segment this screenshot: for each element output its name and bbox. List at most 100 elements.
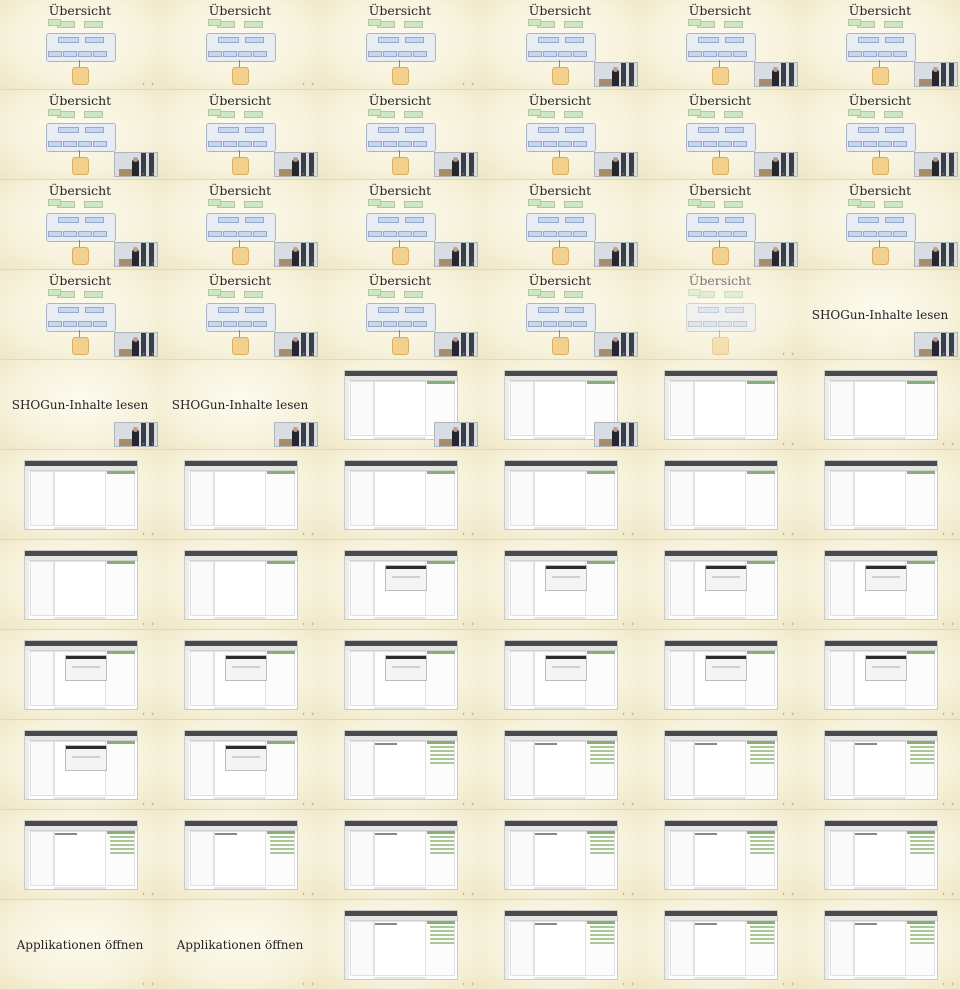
slide-thumbnail[interactable]: Übersicht ‹ › — [800, 180, 960, 270]
slide-thumbnail[interactable]: ‹ › — [320, 540, 480, 630]
slide-thumbnail[interactable]: ‹ › — [160, 450, 320, 540]
navigation-arrows-icon[interactable]: ‹ › — [462, 530, 476, 538]
slide-thumbnail[interactable]: Übersicht ‹ › — [0, 270, 160, 360]
slide-thumbnail[interactable]: Übersicht ‹ › — [320, 180, 480, 270]
navigation-arrows-icon[interactable]: ‹ › — [462, 350, 476, 358]
navigation-arrows-icon[interactable]: ‹ › — [942, 170, 956, 178]
slide-thumbnail[interactable]: ‹ › — [800, 450, 960, 540]
navigation-arrows-icon[interactable]: ‹ › — [142, 80, 156, 88]
navigation-arrows-icon[interactable]: ‹ › — [782, 260, 796, 268]
slide-thumbnail[interactable]: ‹ › — [800, 720, 960, 810]
slide-thumbnail[interactable]: Übersicht ‹ › — [320, 270, 480, 360]
slide-thumbnail[interactable]: ‹ › — [320, 630, 480, 720]
slide-thumbnail[interactable]: Übersicht ‹ › — [320, 0, 480, 90]
navigation-arrows-icon[interactable]: ‹ › — [782, 710, 796, 718]
slide-thumbnail[interactable]: ‹ › — [480, 450, 640, 540]
navigation-arrows-icon[interactable]: ‹ › — [622, 710, 636, 718]
slide-thumbnail[interactable]: ‹ › — [160, 810, 320, 900]
navigation-arrows-icon[interactable]: ‹ › — [142, 260, 156, 268]
slide-thumbnail[interactable]: Übersicht ‹ › — [480, 0, 640, 90]
navigation-arrows-icon[interactable]: ‹ › — [142, 440, 156, 448]
slide-thumbnail[interactable]: ‹ › — [160, 630, 320, 720]
slide-thumbnail[interactable]: ‹ › — [800, 540, 960, 630]
slide-thumbnail[interactable]: Übersicht ‹ › — [160, 0, 320, 90]
navigation-arrows-icon[interactable]: ‹ › — [462, 260, 476, 268]
navigation-arrows-icon[interactable]: ‹ › — [782, 800, 796, 808]
slide-thumbnail[interactable]: Übersicht ‹ › — [160, 180, 320, 270]
navigation-arrows-icon[interactable]: ‹ › — [942, 890, 956, 898]
slide-thumbnail[interactable]: Übersicht ‹ › — [480, 180, 640, 270]
navigation-arrows-icon[interactable]: ‹ › — [142, 980, 156, 988]
slide-thumbnail[interactable]: Übersicht ‹ › — [0, 0, 160, 90]
slide-thumbnail[interactable]: ‹ › — [640, 360, 800, 450]
navigation-arrows-icon[interactable]: ‹ › — [302, 980, 316, 988]
navigation-arrows-icon[interactable]: ‹ › — [782, 890, 796, 898]
navigation-arrows-icon[interactable]: ‹ › — [942, 620, 956, 628]
navigation-arrows-icon[interactable]: ‹ › — [462, 620, 476, 628]
navigation-arrows-icon[interactable]: ‹ › — [142, 350, 156, 358]
navigation-arrows-icon[interactable]: ‹ › — [622, 350, 636, 358]
slide-thumbnail[interactable]: ‹ › — [640, 450, 800, 540]
slide-thumbnail[interactable]: ‹ › — [0, 720, 160, 810]
slide-thumbnail[interactable]: ‹ › — [640, 900, 800, 990]
navigation-arrows-icon[interactable]: ‹ › — [622, 530, 636, 538]
slide-thumbnail[interactable]: ‹ › — [480, 720, 640, 810]
navigation-arrows-icon[interactable]: ‹ › — [302, 80, 316, 88]
navigation-arrows-icon[interactable]: ‹ › — [462, 800, 476, 808]
slide-thumbnail[interactable]: ‹ › — [0, 540, 160, 630]
navigation-arrows-icon[interactable]: ‹ › — [462, 890, 476, 898]
slide-thumbnail[interactable]: ‹ › — [480, 360, 640, 450]
slide-thumbnail[interactable]: ‹ › — [320, 900, 480, 990]
navigation-arrows-icon[interactable]: ‹ › — [782, 530, 796, 538]
slide-thumbnail[interactable]: Übersicht ‹ › — [640, 270, 800, 360]
slide-thumbnail[interactable]: Übersicht ‹ › — [640, 180, 800, 270]
slide-thumbnail[interactable]: Übersicht ‹ › — [640, 90, 800, 180]
navigation-arrows-icon[interactable]: ‹ › — [622, 440, 636, 448]
slide-thumbnail[interactable]: SHOGun-Inhalte lesen ‹ › — [0, 360, 160, 450]
slide-thumbnail[interactable]: ‹ › — [480, 540, 640, 630]
slide-thumbnail[interactable]: Applikationen öffnen ‹ › — [0, 900, 160, 990]
slide-thumbnail[interactable]: ‹ › — [0, 450, 160, 540]
slide-thumbnail[interactable]: Übersicht ‹ › — [160, 90, 320, 180]
slide-thumbnail[interactable]: ‹ › — [0, 630, 160, 720]
slide-thumbnail[interactable]: ‹ › — [800, 360, 960, 450]
navigation-arrows-icon[interactable]: ‹ › — [302, 620, 316, 628]
slide-thumbnail[interactable]: ‹ › — [160, 540, 320, 630]
slide-thumbnail[interactable]: Übersicht ‹ › — [320, 90, 480, 180]
navigation-arrows-icon[interactable]: ‹ › — [462, 80, 476, 88]
navigation-arrows-icon[interactable]: ‹ › — [462, 170, 476, 178]
navigation-arrows-icon[interactable]: ‹ › — [462, 980, 476, 988]
navigation-arrows-icon[interactable]: ‹ › — [942, 710, 956, 718]
slide-thumbnail[interactable]: ‹ › — [800, 810, 960, 900]
slide-thumbnail[interactable]: Übersicht ‹ › — [480, 90, 640, 180]
slide-thumbnail[interactable]: ‹ › — [320, 720, 480, 810]
slide-thumbnail[interactable]: ‹ › — [640, 540, 800, 630]
navigation-arrows-icon[interactable]: ‹ › — [142, 170, 156, 178]
slide-thumbnail[interactable]: ‹ › — [320, 450, 480, 540]
slide-thumbnail[interactable]: Übersicht ‹ › — [0, 90, 160, 180]
slide-thumbnail[interactable]: ‹ › — [480, 900, 640, 990]
navigation-arrows-icon[interactable]: ‹ › — [622, 890, 636, 898]
slide-thumbnail[interactable]: SHOGun-Inhalte lesen ‹ › — [160, 360, 320, 450]
navigation-arrows-icon[interactable]: ‹ › — [782, 440, 796, 448]
slide-thumbnail[interactable]: SHOGun-Inhalte lesen ‹ › — [800, 270, 960, 360]
navigation-arrows-icon[interactable]: ‹ › — [462, 710, 476, 718]
navigation-arrows-icon[interactable]: ‹ › — [942, 800, 956, 808]
navigation-arrows-icon[interactable]: ‹ › — [142, 620, 156, 628]
navigation-arrows-icon[interactable]: ‹ › — [622, 80, 636, 88]
slide-thumbnail[interactable]: ‹ › — [480, 810, 640, 900]
slide-thumbnail[interactable]: Übersicht ‹ › — [480, 270, 640, 360]
navigation-arrows-icon[interactable]: ‹ › — [142, 890, 156, 898]
navigation-arrows-icon[interactable]: ‹ › — [462, 440, 476, 448]
navigation-arrows-icon[interactable]: ‹ › — [942, 530, 956, 538]
navigation-arrows-icon[interactable]: ‹ › — [302, 890, 316, 898]
slide-thumbnail[interactable]: Übersicht ‹ › — [800, 90, 960, 180]
navigation-arrows-icon[interactable]: ‹ › — [622, 620, 636, 628]
navigation-arrows-icon[interactable]: ‹ › — [302, 800, 316, 808]
navigation-arrows-icon[interactable]: ‹ › — [622, 260, 636, 268]
navigation-arrows-icon[interactable]: ‹ › — [942, 980, 956, 988]
navigation-arrows-icon[interactable]: ‹ › — [622, 980, 636, 988]
navigation-arrows-icon[interactable]: ‹ › — [622, 800, 636, 808]
slide-thumbnail[interactable]: ‹ › — [800, 900, 960, 990]
navigation-arrows-icon[interactable]: ‹ › — [302, 260, 316, 268]
